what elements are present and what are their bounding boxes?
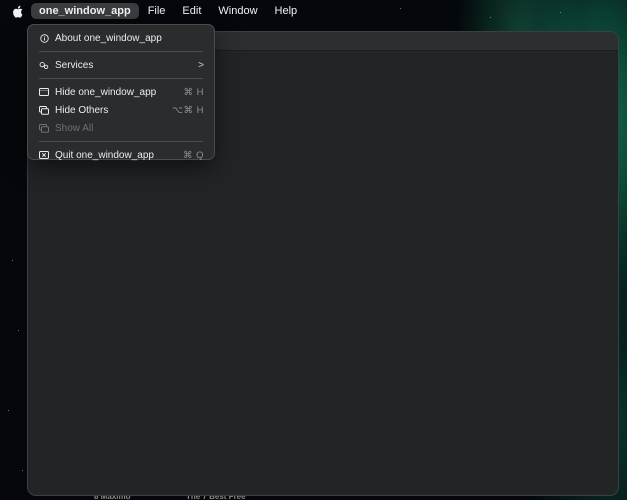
chevron-right-icon: > bbox=[198, 59, 204, 71]
menu-item-about-label: About one_window_app bbox=[55, 32, 162, 44]
menu-separator bbox=[39, 141, 203, 142]
menu-separator bbox=[39, 78, 203, 79]
menu-item-services-label: Services bbox=[55, 59, 94, 71]
menu-window[interactable]: Window bbox=[210, 3, 265, 19]
menu-separator bbox=[39, 51, 203, 52]
menu-item-quit-shortcut: ⌘ Q bbox=[182, 149, 204, 161]
menu-file[interactable]: File bbox=[140, 3, 174, 19]
menu-edit[interactable]: Edit bbox=[174, 3, 209, 19]
menu-item-hide-others[interactable]: Hide Others ⌥⌘ H bbox=[28, 101, 214, 119]
menu-item-hide-others-label: Hide Others bbox=[55, 104, 109, 116]
menu-app-name[interactable]: one_window_app bbox=[31, 3, 139, 19]
menu-item-hide-others-shortcut: ⌥⌘ H bbox=[172, 104, 204, 116]
windows-stack-icon bbox=[39, 123, 49, 133]
menu-item-show-all: Show All bbox=[28, 119, 214, 137]
apple-logo-icon[interactable] bbox=[11, 4, 23, 18]
menu-help[interactable]: Help bbox=[267, 3, 306, 19]
menu-item-hide-app[interactable]: Hide one_window_app ⌘ H bbox=[28, 83, 214, 101]
menu-bar: one_window_app File Edit Window Help bbox=[0, 0, 627, 22]
menu-item-hide-app-label: Hide one_window_app bbox=[55, 86, 157, 98]
info-circle-icon bbox=[39, 33, 49, 43]
menu-item-about[interactable]: About one_window_app bbox=[28, 29, 214, 47]
menu-item-quit[interactable]: Quit one_window_app ⌘ Q bbox=[28, 146, 214, 164]
menu-item-hide-app-shortcut: ⌘ H bbox=[183, 86, 204, 98]
menu-item-quit-label: Quit one_window_app bbox=[55, 149, 154, 161]
windows-stack-icon bbox=[39, 105, 49, 115]
menu-item-services[interactable]: Services > bbox=[28, 56, 214, 74]
menu-item-show-all-label: Show All bbox=[55, 122, 94, 134]
services-icon bbox=[39, 60, 49, 70]
window-icon bbox=[39, 87, 49, 97]
close-box-icon bbox=[39, 150, 49, 160]
app-menu-dropdown: About one_window_app Services > Hide one… bbox=[27, 24, 215, 161]
